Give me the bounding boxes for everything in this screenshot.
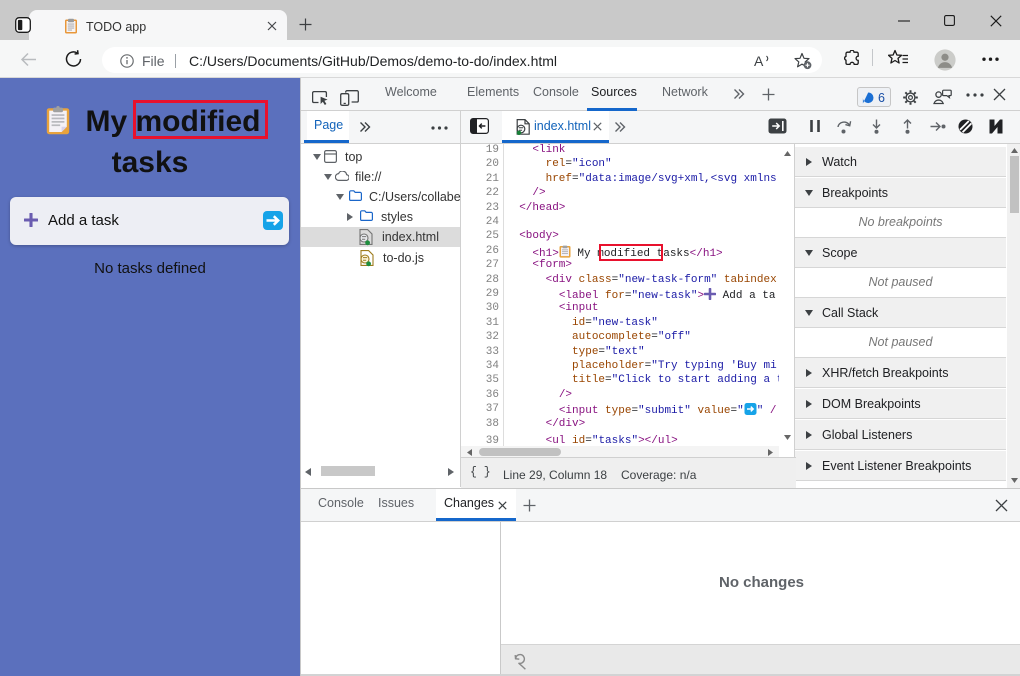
svg-text:A: A — [754, 53, 764, 69]
